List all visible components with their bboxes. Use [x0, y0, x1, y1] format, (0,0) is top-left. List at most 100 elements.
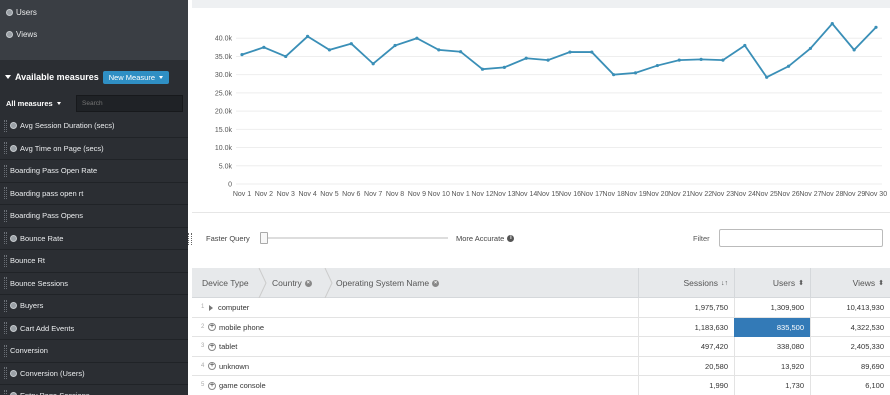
- expand-arrow-icon[interactable]: [209, 304, 213, 311]
- data-point[interactable]: [284, 54, 288, 59]
- data-point[interactable]: [699, 57, 703, 61]
- available-measures-header: Available measures New Measure: [0, 68, 188, 86]
- drag-handle-icon[interactable]: [4, 344, 7, 357]
- measure-item[interactable]: Avg Session Duration (secs): [0, 115, 188, 138]
- measure-item[interactable]: Boarding Pass Open Rate: [0, 160, 188, 183]
- data-point[interactable]: [808, 46, 813, 51]
- x-tick-label: Nov 2: [255, 191, 273, 198]
- remove-icon[interactable]: ×: [304, 279, 312, 287]
- breadcrumb-device-type[interactable]: Device Type: [202, 268, 249, 298]
- data-point[interactable]: [633, 71, 638, 75]
- data-point[interactable]: [546, 58, 550, 62]
- more-accurate-label: More Accurate i: [456, 234, 515, 243]
- users-cell: 1,730: [734, 376, 810, 395]
- data-point[interactable]: [786, 64, 791, 68]
- data-point[interactable]: [612, 73, 616, 77]
- data-point[interactable]: [393, 43, 397, 48]
- remove-icon[interactable]: ×: [432, 279, 440, 287]
- all-measures-dropdown[interactable]: All measures: [0, 99, 76, 108]
- data-point[interactable]: [437, 48, 441, 52]
- data-point[interactable]: [743, 43, 747, 48]
- drag-handle-icon[interactable]: [4, 277, 7, 290]
- breadcrumb-country[interactable]: Country ×: [272, 268, 312, 298]
- measure-item[interactable]: Boarding pass open rt: [0, 183, 188, 205]
- measure-label: Boarding pass open rt: [10, 188, 84, 198]
- drag-handle-icon[interactable]: [4, 254, 7, 267]
- data-point[interactable]: [371, 62, 375, 66]
- data-point[interactable]: [677, 58, 681, 62]
- new-measure-button[interactable]: New Measure: [102, 70, 169, 84]
- measure-item[interactable]: Entry Page Sessions: [0, 385, 188, 395]
- accuracy-slider-handle[interactable]: [260, 232, 268, 244]
- table-row[interactable]: 4 + unknown 20,580 13,920 89,690: [192, 356, 890, 376]
- drag-handle-icon[interactable]: [4, 367, 7, 380]
- data-point[interactable]: [765, 75, 769, 79]
- data-point[interactable]: [262, 45, 266, 49]
- data-point[interactable]: [415, 36, 419, 40]
- drag-handle-icon[interactable]: [4, 232, 7, 245]
- plus-icon[interactable]: +: [208, 381, 216, 390]
- data-point[interactable]: [524, 56, 528, 60]
- x-tick-label: Nov 17: [581, 191, 603, 198]
- column-header-sessions[interactable]: Sessions ↓↑: [638, 268, 734, 298]
- data-point[interactable]: [830, 22, 834, 26]
- dimension-item-users[interactable]: Users: [6, 8, 37, 17]
- measure-item[interactable]: Avg Time on Page (secs): [0, 138, 188, 160]
- table-row[interactable]: 3 + tablet 497,420 338,080 2,405,330: [192, 337, 890, 357]
- data-point[interactable]: [568, 50, 572, 54]
- table-row[interactable]: 1 computer 1,975,750 1,309,900 10,413,930: [192, 298, 890, 318]
- measure-item[interactable]: Bounce Rt: [0, 250, 188, 273]
- drag-handle-icon[interactable]: [4, 299, 7, 312]
- data-point[interactable]: [655, 63, 659, 68]
- measure-item[interactable]: Boarding Pass Opens: [0, 205, 188, 228]
- measure-item[interactable]: Cart Add Events: [0, 318, 188, 340]
- filter-input[interactable]: [719, 229, 883, 247]
- plus-icon[interactable]: +: [208, 342, 216, 351]
- measure-search-input[interactable]: [76, 94, 183, 112]
- column-header-users[interactable]: Users ⬍: [734, 268, 810, 298]
- faster-query-label: Faster Query: [206, 234, 250, 243]
- plus-icon[interactable]: +: [208, 323, 216, 331]
- column-header-views[interactable]: Views ⬍: [810, 268, 890, 298]
- breadcrumb-operating-system-name[interactable]: Operating System Name ×: [336, 268, 440, 298]
- data-point[interactable]: [852, 48, 856, 52]
- data-point[interactable]: [502, 65, 506, 69]
- x-tick-label: Nov 14: [515, 191, 537, 198]
- measure-label: Boarding Pass Open Rate: [10, 166, 98, 176]
- measure-item[interactable]: Conversion: [0, 340, 188, 363]
- measure-item[interactable]: Buyers: [0, 295, 188, 318]
- drag-handle-icon[interactable]: [4, 164, 7, 177]
- row-name: computer: [218, 303, 250, 312]
- data-point[interactable]: [874, 25, 878, 29]
- data-point[interactable]: [349, 42, 353, 46]
- y-tick-label: 5.0k: [219, 163, 233, 170]
- measure-item[interactable]: Conversion (Users): [0, 363, 188, 385]
- plus-icon[interactable]: +: [208, 362, 216, 370]
- data-point[interactable]: [459, 50, 463, 54]
- drag-handle-icon[interactable]: [4, 389, 7, 395]
- row-index: 4: [201, 362, 205, 369]
- table-row[interactable]: 2 + mobile phone 1,183,630 835,500 4,322,530: [192, 317, 890, 337]
- drag-handle-icon[interactable]: [4, 142, 7, 155]
- info-icon[interactable]: i: [507, 235, 515, 242]
- dimension-item-views[interactable]: Views: [6, 30, 37, 39]
- accuracy-slider-track[interactable]: [264, 237, 448, 239]
- data-point[interactable]: [721, 58, 725, 62]
- measure-label: Conversion: [10, 346, 48, 356]
- drag-handle-icon[interactable]: [4, 187, 7, 200]
- measure-item[interactable]: Bounce Rate: [0, 228, 188, 250]
- query-controls: Faster Query More Accurate i Filter: [192, 212, 890, 268]
- drag-handle-icon[interactable]: [4, 119, 7, 132]
- data-point[interactable]: [327, 48, 332, 52]
- data-point[interactable]: [240, 53, 244, 57]
- table-row[interactable]: 5 + game console 1,990 1,730 6,100: [192, 376, 890, 395]
- measure-item[interactable]: Bounce Sessions: [0, 273, 188, 295]
- measure-circle-icon: [10, 302, 17, 310]
- collapse-triangle-icon[interactable]: [5, 75, 11, 79]
- drag-handle-icon[interactable]: [4, 209, 7, 222]
- data-point[interactable]: [480, 67, 485, 71]
- data-point[interactable]: [590, 50, 594, 54]
- data-point[interactable]: [305, 34, 310, 38]
- drag-handle-icon[interactable]: [4, 322, 7, 335]
- x-tick-label: Nov 23: [712, 191, 734, 198]
